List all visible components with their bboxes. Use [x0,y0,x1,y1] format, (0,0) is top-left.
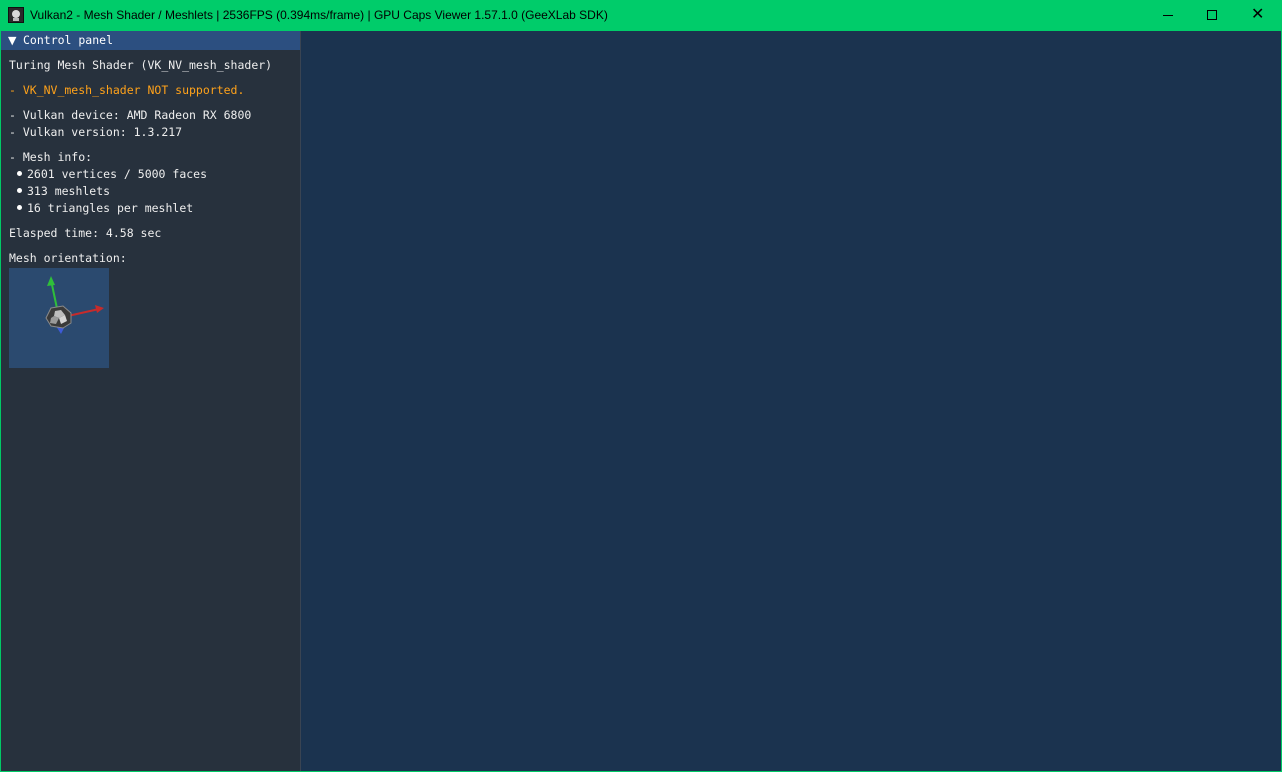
mesh-info-triangles: 16 triangles per meshlet [27,201,194,215]
minimize-icon [1163,15,1173,16]
unsupported-warning: - VK_NV_mesh_shader NOT supported. [9,83,245,97]
vulkan-version: - Vulkan version: 1.3.217 [9,125,183,139]
close-icon: ✕ [1251,4,1265,23]
window-title: Vulkan2 - Mesh Shader / Meshlets | 2536F… [30,8,608,22]
control-panel-title: Control panel [23,33,114,47]
mesh-info-meshlets: 313 meshlets [27,184,111,198]
x-axis-arrow [95,305,104,313]
title-bar: Vulkan2 - Mesh Shader / Meshlets | 2536F… [0,0,1282,31]
mesh-info-vertices: 2601 vertices / 5000 faces [27,167,208,181]
vulkan-device: - Vulkan device: AMD Radeon RX 6800 [9,108,252,122]
minimize-button[interactable] [1145,0,1191,31]
control-panel-header[interactable]: ▼ Control panel [1,31,300,50]
maximize-icon [1207,10,1217,20]
bullet-icon [17,171,22,176]
mesh-orientation-label: Mesh orientation: [9,251,127,265]
app-icon [8,7,24,23]
bullet-icon [17,205,22,210]
y-axis-arrow [47,276,55,286]
close-button[interactable]: ✕ [1235,0,1281,31]
orientation-gizmo [45,276,104,334]
mesh-orientation-view [9,268,109,368]
bullet-icon [17,188,22,193]
elapsed-time: Elasped time: 4.58 sec [9,226,162,240]
mesh-info-label: - Mesh info: [9,150,93,164]
panel-heading: Turing Mesh Shader (VK_NV_mesh_shader) [9,58,273,72]
control-panel: ▼ Control panel Turing Mesh Shader (VK_N… [1,31,301,771]
collapse-arrow-icon[interactable]: ▼ [8,34,16,47]
maximize-button[interactable] [1189,0,1235,31]
